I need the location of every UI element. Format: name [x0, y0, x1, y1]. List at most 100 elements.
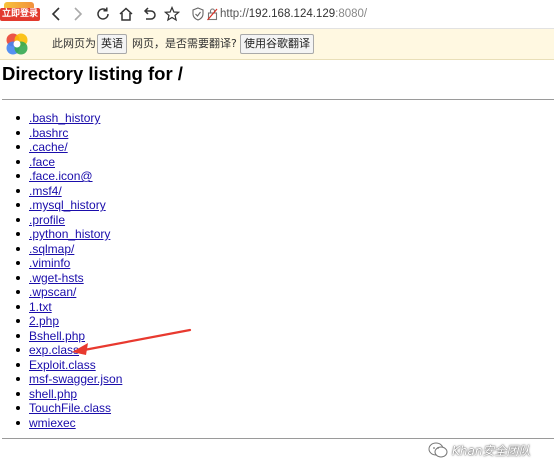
url-host: 192.168.124.129	[248, 8, 336, 20]
home-icon	[119, 7, 133, 21]
file-list-item: Bshell.php	[0, 329, 122, 344]
file-list-item: .wpscan/	[0, 285, 122, 300]
top-divider	[2, 99, 554, 100]
back-button[interactable]	[46, 4, 66, 24]
file-list-item: TouchFile.class	[0, 401, 122, 416]
list-bullet	[16, 188, 20, 193]
file-list-item: Exploit.class	[0, 358, 122, 373]
list-bullet	[16, 304, 20, 309]
list-bullet	[16, 203, 20, 207]
file-link[interactable]: wmiexec	[29, 416, 76, 430]
forward-button[interactable]	[68, 4, 88, 24]
file-list-item: .python_history	[0, 227, 122, 242]
file-list-item: .bashrc	[0, 126, 122, 141]
file-link[interactable]: TouchFile.class	[29, 401, 111, 415]
file-link[interactable]: .wpscan/	[29, 285, 76, 299]
list-bullet	[16, 333, 20, 338]
watermark-text: Khan安全团队	[452, 443, 531, 458]
file-link[interactable]: Exploit.class	[29, 358, 96, 372]
translate-logo-icon	[6, 33, 28, 55]
page-title: Directory listing for /	[2, 63, 183, 84]
google-translate-button[interactable]: 使用谷歌翻译	[240, 34, 314, 54]
star-icon	[164, 6, 180, 22]
undo-button[interactable]	[139, 4, 159, 24]
list-bullet	[16, 391, 20, 396]
list-bullet	[16, 130, 20, 135]
file-link[interactable]: .bashrc	[29, 126, 68, 140]
file-link[interactable]: .face	[29, 155, 55, 169]
file-list-item: .bash_history	[0, 111, 122, 126]
list-bullet	[16, 232, 20, 236]
file-list-item: 1.txt	[0, 300, 122, 315]
translate-prompt-prefix: 此网页为	[52, 37, 96, 50]
list-bullet	[16, 377, 20, 381]
insecure-lock-icon	[207, 8, 218, 21]
reload-button[interactable]	[93, 4, 113, 24]
file-list-item: .face.icon@	[0, 169, 122, 184]
list-bullet	[16, 261, 20, 265]
translate-prompt-suffix: 网页，是否需要翻译?	[132, 37, 237, 50]
file-link[interactable]: .viminfo	[29, 256, 70, 270]
address-bar[interactable]: http://192.168.124.129:8080/	[188, 3, 554, 25]
file-link[interactable]: .mysql_history	[29, 198, 106, 212]
file-list-item: 2.php	[0, 314, 122, 329]
list-bullet	[16, 290, 20, 294]
list-bullet	[16, 319, 20, 323]
file-link[interactable]: .sqlmap/	[29, 242, 74, 256]
list-bullet	[16, 116, 20, 120]
reload-icon	[97, 7, 109, 20]
file-link[interactable]: Bshell.php	[29, 329, 85, 343]
home-button[interactable]	[116, 4, 136, 24]
watermark: Khan安全团队	[428, 440, 530, 460]
file-link[interactable]: 2.php	[29, 314, 59, 328]
file-link[interactable]: .python_history	[29, 227, 110, 241]
undo-icon	[143, 7, 156, 20]
file-list: .bash_history .bashrc .cache/.face .face.ic…	[0, 111, 122, 430]
bookmark-button[interactable]	[162, 4, 182, 24]
file-list-item: .profile	[0, 213, 122, 228]
file-link[interactable]: shell.php	[29, 387, 77, 401]
file-list-item: shell.php	[0, 387, 122, 402]
url-port: :8080/	[335, 8, 368, 20]
list-bullet	[16, 348, 20, 352]
file-list-item: .wget-hsts	[0, 271, 122, 286]
browser-window: 立即登录 http://192.168.124.129:8080/ 此网页为 英…	[0, 0, 554, 473]
file-link[interactable]: .cache/	[29, 140, 68, 154]
list-bullet	[16, 406, 20, 410]
shield-icon	[192, 7, 204, 21]
file-link[interactable]: .wget-hsts	[29, 271, 84, 285]
source-language-button[interactable]: 英语	[97, 34, 127, 54]
file-link[interactable]: .msf4/	[29, 184, 62, 198]
login-badge-label: 立即登录	[0, 8, 40, 21]
file-link[interactable]: exp.class	[29, 343, 79, 357]
file-link[interactable]: .bash_history	[29, 111, 100, 125]
file-list-item: .sqlmap/	[0, 242, 122, 257]
url-scheme: http://	[220, 8, 249, 20]
file-link[interactable]: .face.icon@	[29, 169, 93, 183]
list-bullet	[16, 275, 20, 280]
file-list-item: exp.class	[0, 343, 122, 358]
file-list-item: msf-swagger.json	[0, 372, 122, 387]
translate-bar: 此网页为 英语 网页，是否需要翻译? 使用谷歌翻译	[0, 29, 554, 60]
file-list-item: wmiexec	[0, 416, 122, 431]
file-list-item: .viminfo	[0, 256, 122, 271]
list-bullet	[16, 145, 20, 149]
chevron-right-icon	[74, 7, 83, 21]
file-link[interactable]: .profile	[29, 213, 65, 227]
browser-toolbar: 立即登录 http://192.168.124.129:8080/	[0, 0, 554, 29]
chevron-left-icon	[51, 7, 60, 21]
file-link[interactable]: 1.txt	[29, 300, 52, 314]
file-link[interactable]: msf-swagger.json	[29, 372, 122, 386]
wechat-icon	[428, 442, 448, 458]
list-bullet	[16, 362, 20, 367]
list-bullet	[16, 420, 20, 425]
list-bullet	[16, 217, 20, 222]
login-badge[interactable]: 立即登录	[0, 2, 40, 22]
list-bullet	[16, 174, 20, 178]
file-list-item: .face	[0, 155, 122, 170]
file-list-item: .msf4/	[0, 184, 122, 199]
list-bullet	[16, 246, 20, 251]
url-text: http://192.168.124.129:8080/	[220, 5, 367, 23]
file-list-item: .mysql_history	[0, 198, 122, 213]
file-list-item: .cache/	[0, 140, 122, 155]
